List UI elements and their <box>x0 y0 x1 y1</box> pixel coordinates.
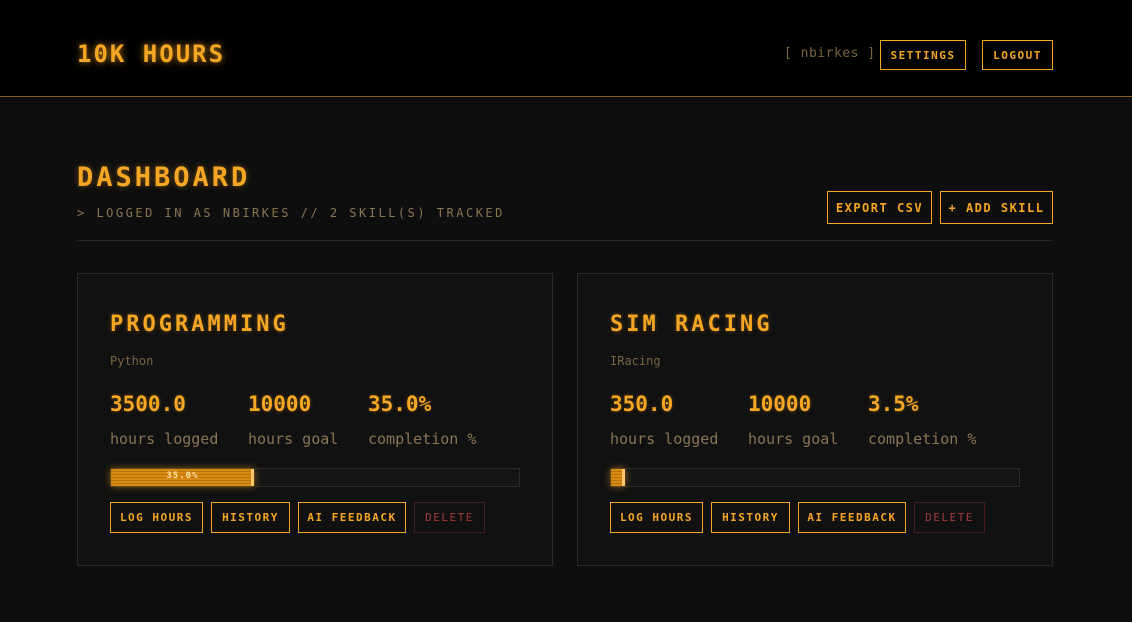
hours-logged-value: 350.0 <box>610 392 674 416</box>
completion-label: completion % <box>368 430 477 448</box>
hours-goal-value: 10000 <box>748 392 812 416</box>
progress-bar <box>610 468 1020 487</box>
divider <box>77 240 1053 241</box>
hours-goal-label: hours goal <box>748 430 839 448</box>
logout-button[interactable]: LOGOUT <box>982 40 1053 70</box>
skill-subtitle: Python <box>110 354 154 368</box>
progress-fill <box>611 469 626 486</box>
hours-logged-value: 3500.0 <box>110 392 186 416</box>
add-skill-button[interactable]: + ADD SKILL <box>940 191 1053 224</box>
page-subtitle: > LOGGED IN AS NBIRKES // 2 SKILL(S) TRA… <box>77 206 505 220</box>
skill-subtitle: IRacing <box>610 354 661 368</box>
completion-value: 3.5% <box>868 392 919 416</box>
progress-bar: 35.0% <box>110 468 520 487</box>
ai-feedback-button[interactable]: AI FEEDBACK <box>298 502 406 533</box>
history-button[interactable]: HISTORY <box>211 502 290 533</box>
username-tag: [ nbirkes ] <box>784 46 876 61</box>
hours-goal-value: 10000 <box>248 392 312 416</box>
app-logo[interactable]: 10K HOURS <box>77 40 225 68</box>
delete-button[interactable]: DELETE <box>414 502 485 533</box>
completion-label: completion % <box>868 430 977 448</box>
log-hours-button[interactable]: LOG HOURS <box>110 502 203 533</box>
hours-logged-label: hours logged <box>110 430 219 448</box>
progress-label: 35.0% <box>166 471 199 481</box>
top-bar: 10K HOURS [ nbirkes ] SETTINGS LOGOUT <box>0 0 1132 97</box>
skill-name: SIM RACING <box>610 312 773 337</box>
skill-name: PROGRAMMING <box>110 312 289 337</box>
skill-card: PROGRAMMING Python 3500.0 10000 35.0% ho… <box>77 273 553 566</box>
ai-feedback-button[interactable]: AI FEEDBACK <box>798 502 906 533</box>
settings-button[interactable]: SETTINGS <box>880 40 966 70</box>
delete-button[interactable]: DELETE <box>914 502 985 533</box>
completion-value: 35.0% <box>368 392 432 416</box>
hours-logged-label: hours logged <box>610 430 719 448</box>
page-title: DASHBOARD <box>77 162 251 193</box>
skill-card: SIM RACING IRacing 350.0 10000 3.5% hour… <box>577 273 1053 566</box>
hours-goal-label: hours goal <box>248 430 339 448</box>
log-hours-button[interactable]: LOG HOURS <box>610 502 703 533</box>
history-button[interactable]: HISTORY <box>711 502 790 533</box>
export-csv-button[interactable]: EXPORT CSV <box>827 191 932 224</box>
